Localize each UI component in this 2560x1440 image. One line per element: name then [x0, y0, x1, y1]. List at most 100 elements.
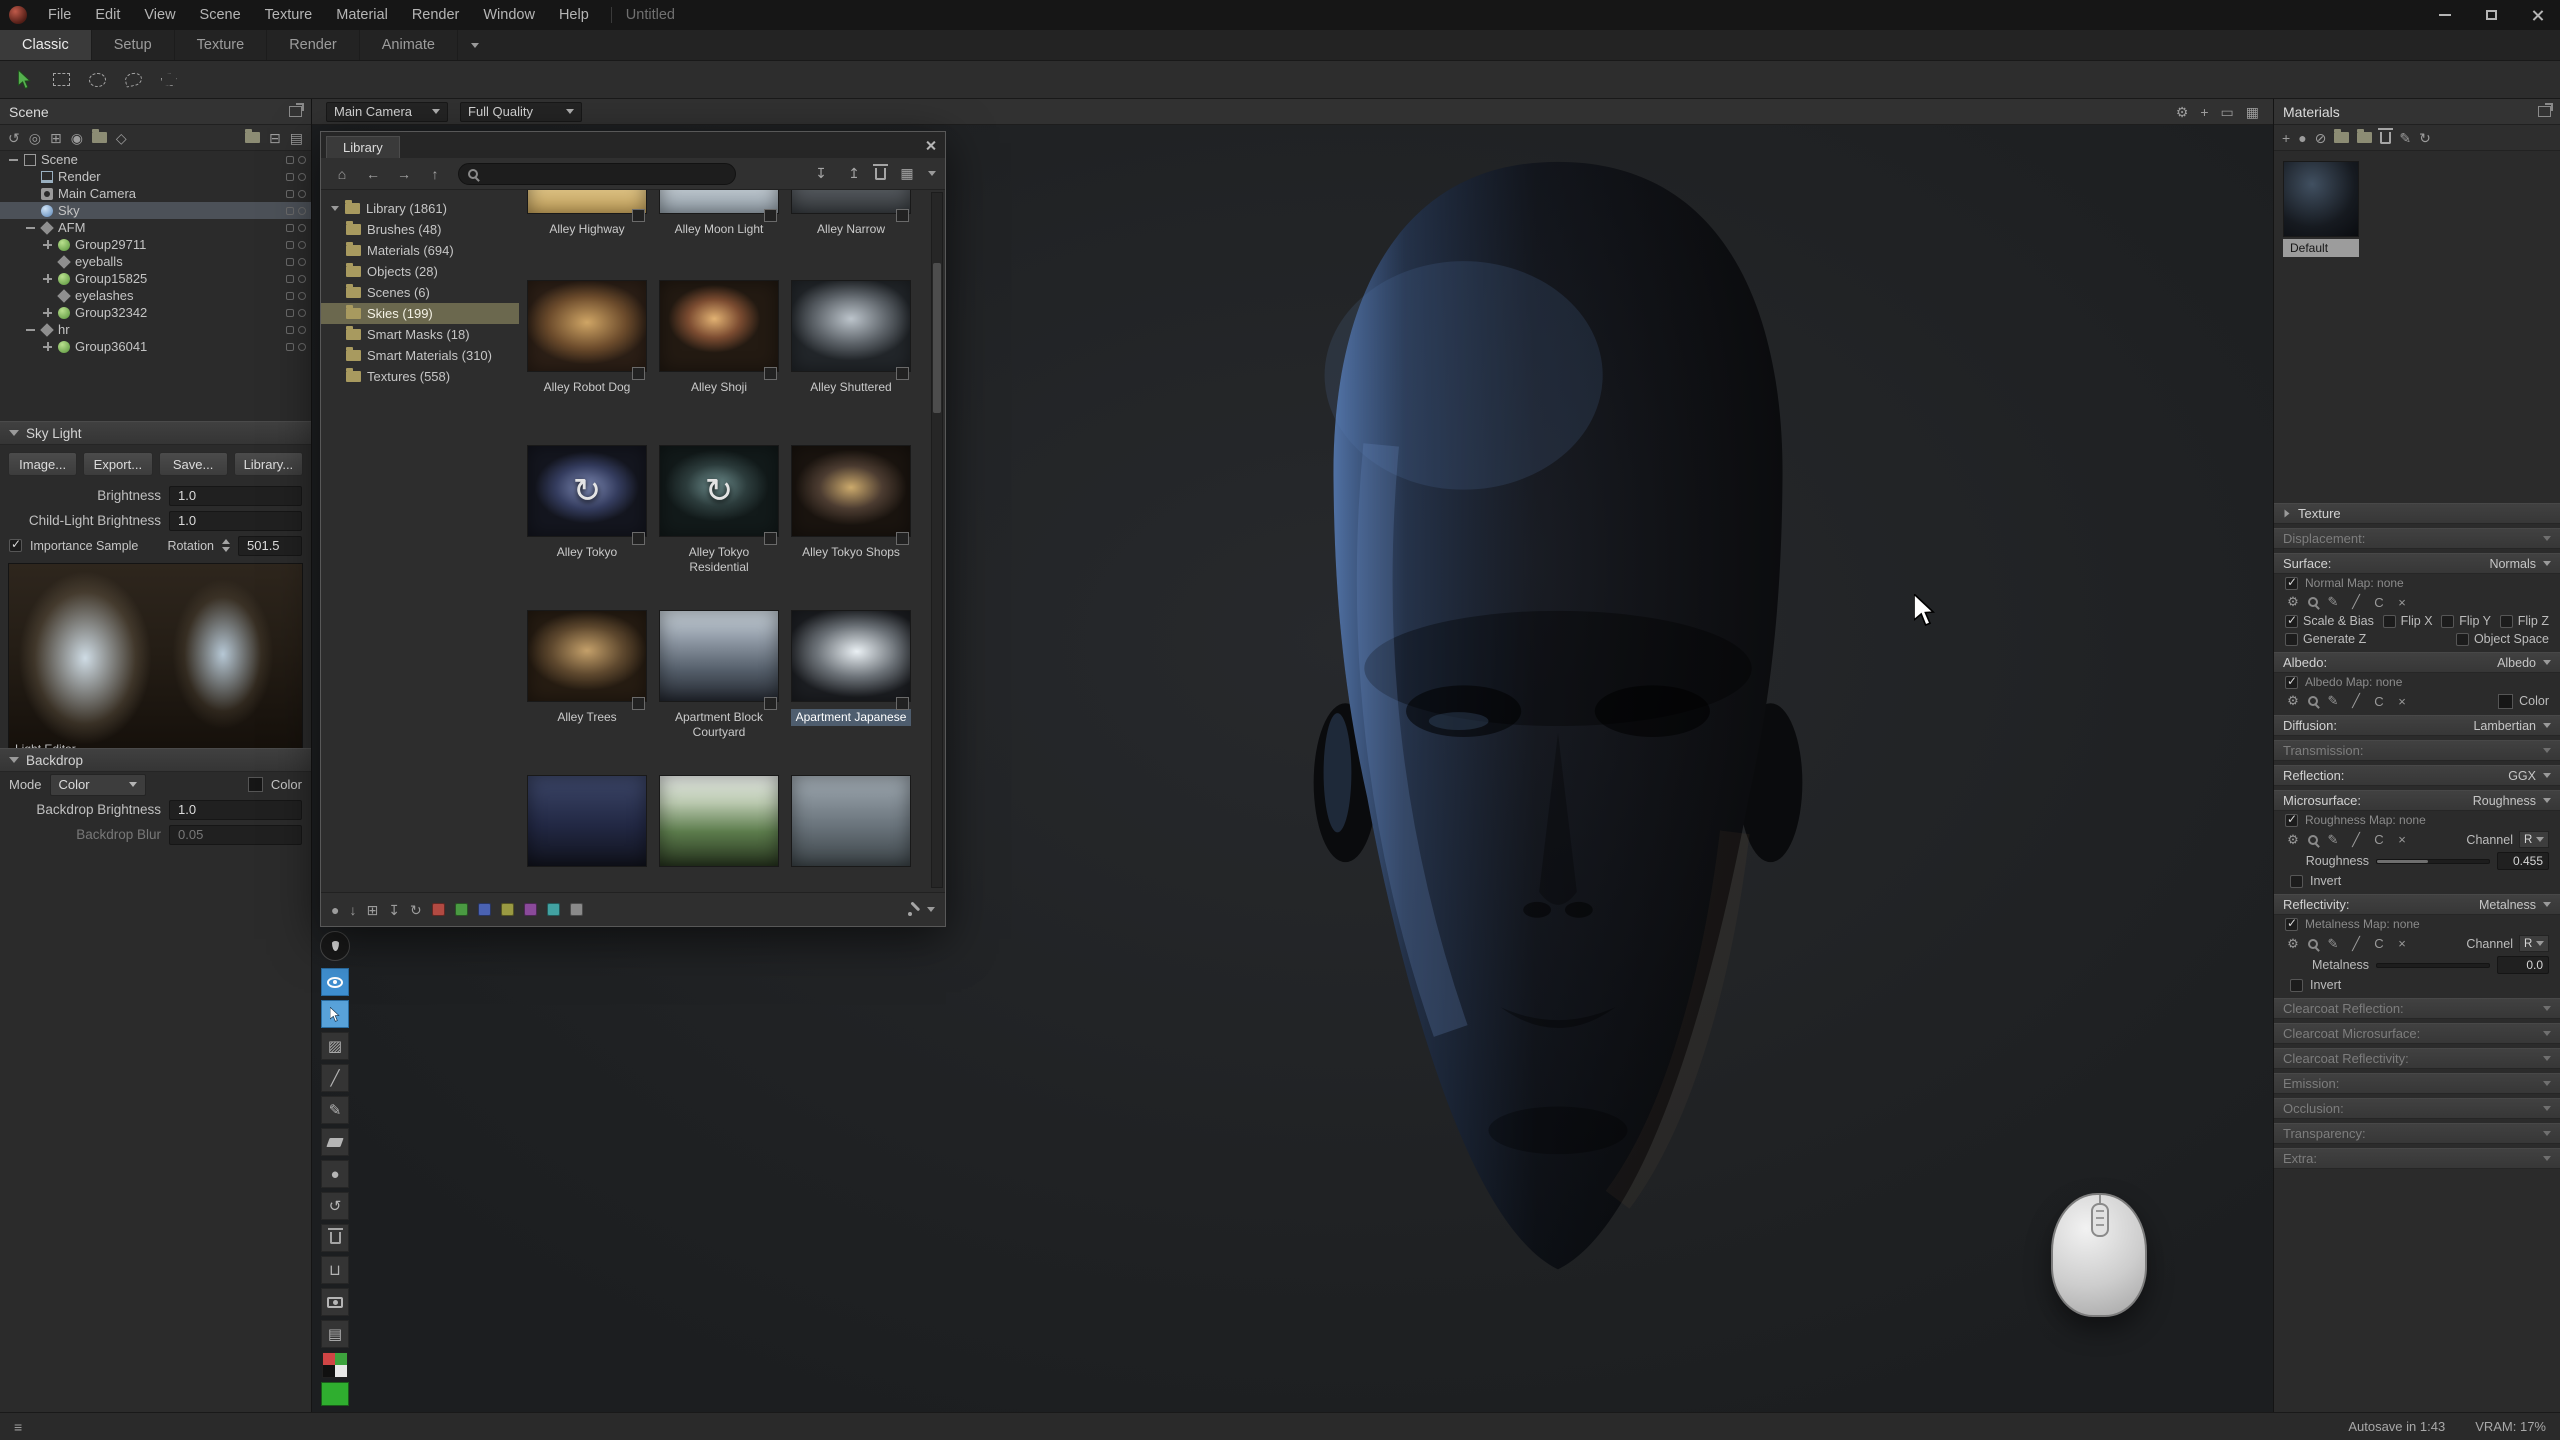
- sky-thumbnail[interactable]: ↻: [659, 445, 779, 537]
- visibility-toggle[interactable]: [298, 258, 306, 266]
- lock-toggle[interactable]: [286, 156, 294, 164]
- lock-toggle[interactable]: [286, 224, 294, 232]
- library-scrollbar[interactable]: [931, 192, 943, 888]
- albedo-map-checkbox[interactable]: [2285, 676, 2298, 689]
- copy-icon[interactable]: C: [2371, 595, 2387, 610]
- clearcoat-microsurface-header[interactable]: Clearcoat Microsurface:: [2274, 1023, 2560, 1044]
- tree-item-eyelashes[interactable]: eyelashes: [0, 287, 311, 304]
- item-checkbox[interactable]: [632, 697, 645, 710]
- chevron-down-icon[interactable]: [927, 907, 935, 912]
- brush-icon[interactable]: ✎: [2325, 832, 2341, 848]
- backdrop-color-swatch[interactable]: [248, 777, 263, 792]
- library-item[interactable]: Alley Highway: [527, 190, 647, 238]
- flip-x-checkbox[interactable]: [2383, 615, 2396, 628]
- status-menu-icon[interactable]: ≡: [14, 1420, 22, 1434]
- collapse-icon[interactable]: [8, 154, 19, 165]
- forward-icon[interactable]: →: [392, 163, 416, 185]
- library-titlebar[interactable]: Library: [321, 132, 945, 158]
- library-item[interactable]: Alley Narrow: [791, 190, 911, 238]
- sky-light-header[interactable]: Sky Light: [0, 421, 311, 445]
- menu-view[interactable]: View: [132, 0, 187, 30]
- marquee-ellipse-button[interactable]: [82, 66, 112, 94]
- tree-item-hr[interactable]: hr: [0, 321, 311, 338]
- arrow-down-icon[interactable]: ↧: [388, 903, 400, 917]
- folder-objects[interactable]: Objects (28): [321, 261, 519, 282]
- library-item[interactable]: ↻ Alley Tokyo Residential: [659, 445, 779, 576]
- tree-item-group15825[interactable]: Group15825: [0, 270, 311, 287]
- rotation-stepper[interactable]: [222, 539, 230, 552]
- popout-panel-icon[interactable]: [289, 106, 302, 117]
- sky-thumbnail[interactable]: [791, 190, 911, 214]
- visibility-toggle[interactable]: [298, 207, 306, 215]
- lasso-button[interactable]: [118, 66, 148, 94]
- item-checkbox[interactable]: [896, 367, 909, 380]
- microsurface-header[interactable]: Microsurface: Roughness: [2274, 790, 2560, 811]
- marquee-rect-button[interactable]: [46, 66, 76, 94]
- folder-brushes[interactable]: Brushes (48): [321, 219, 519, 240]
- visibility-tool-button[interactable]: [321, 968, 349, 996]
- normal-map-checkbox[interactable]: [2285, 577, 2298, 590]
- chevron-down-icon[interactable]: [928, 171, 936, 176]
- item-checkbox[interactable]: [764, 532, 777, 545]
- roughness-invert-checkbox[interactable]: [2290, 875, 2303, 888]
- refresh-icon[interactable]: ↻: [410, 903, 422, 917]
- tree-item-group32342[interactable]: Group32342: [0, 304, 311, 321]
- new-material-icon[interactable]: +: [2282, 131, 2290, 145]
- menu-help[interactable]: Help: [547, 0, 601, 30]
- library-item[interactable]: Alley Trees: [527, 610, 647, 741]
- importance-sample-checkbox[interactable]: [9, 539, 22, 552]
- mask-tool-button[interactable]: ▨: [321, 1032, 349, 1060]
- lock-toggle[interactable]: [286, 326, 294, 334]
- backdrop-mode-select[interactable]: Color: [50, 774, 146, 796]
- viewport-float-icon[interactable]: ▭: [2221, 105, 2234, 119]
- brush-tool-button[interactable]: ╱: [321, 1064, 349, 1092]
- library-item[interactable]: Apartment Block Courtyard: [659, 610, 779, 741]
- item-checkbox[interactable]: [896, 209, 909, 222]
- duplicate-material-icon[interactable]: ●: [2298, 131, 2306, 145]
- scale-bias-checkbox[interactable]: [2285, 615, 2298, 628]
- camera-select[interactable]: Main Camera: [326, 102, 448, 122]
- roughness-value[interactable]: 0.455: [2497, 852, 2549, 870]
- tag-blue[interactable]: [478, 903, 491, 916]
- extra-header[interactable]: Extra:: [2274, 1148, 2560, 1169]
- tree-item-scene[interactable]: Scene: [0, 151, 311, 168]
- lock-toggle[interactable]: [286, 292, 294, 300]
- expand-icon[interactable]: [42, 239, 53, 250]
- diffusion-header[interactable]: Diffusion: Lambertian: [2274, 715, 2560, 736]
- zoom-icon[interactable]: [2308, 696, 2318, 706]
- undo-tool-button[interactable]: ↺: [321, 1192, 349, 1220]
- item-checkbox[interactable]: [632, 367, 645, 380]
- displacement-header[interactable]: Displacement:: [2274, 528, 2560, 549]
- lock-toggle[interactable]: [286, 309, 294, 317]
- tree-item-group36041[interactable]: Group36041: [0, 338, 311, 355]
- tag-purple[interactable]: [524, 903, 537, 916]
- emission-header[interactable]: Emission:: [2274, 1073, 2560, 1094]
- library-item[interactable]: [527, 775, 647, 867]
- library-item[interactable]: Alley Tokyo Shops: [791, 445, 911, 576]
- surface-header[interactable]: Surface: Normals: [2274, 553, 2560, 574]
- brush-icon[interactable]: ✎: [2325, 936, 2341, 952]
- trash-icon[interactable]: [875, 168, 886, 180]
- lock-toggle[interactable]: [286, 190, 294, 198]
- visibility-toggle[interactable]: [298, 224, 306, 232]
- metalness-channel-select[interactable]: R: [2519, 935, 2549, 952]
- save-button[interactable]: Save...: [159, 452, 228, 476]
- sky-thumbnail[interactable]: [791, 775, 911, 867]
- quality-select[interactable]: Full Quality: [460, 102, 582, 122]
- pencil-icon[interactable]: ╱: [2348, 594, 2364, 610]
- material-preview[interactable]: Default: [2283, 161, 2359, 257]
- menu-scene[interactable]: Scene: [188, 0, 253, 30]
- visibility-toggle[interactable]: [298, 309, 306, 317]
- item-checkbox[interactable]: [632, 532, 645, 545]
- pencil-icon[interactable]: ╱: [2348, 936, 2364, 952]
- trash-icon[interactable]: [2380, 132, 2391, 144]
- fill-tool-button[interactable]: ⊔: [321, 1256, 349, 1284]
- home-icon[interactable]: ⌂: [330, 163, 354, 185]
- pencil-icon[interactable]: ╱: [2348, 832, 2364, 848]
- tree-item-sky[interactable]: Sky: [0, 202, 311, 219]
- white-swatch[interactable]: [335, 1365, 347, 1377]
- surface-mode-select[interactable]: Normals: [2489, 557, 2551, 571]
- transmission-header[interactable]: Transmission:: [2274, 740, 2560, 761]
- reflection-mode-select[interactable]: GGX: [2508, 769, 2551, 783]
- tab-classic[interactable]: Classic: [0, 30, 92, 60]
